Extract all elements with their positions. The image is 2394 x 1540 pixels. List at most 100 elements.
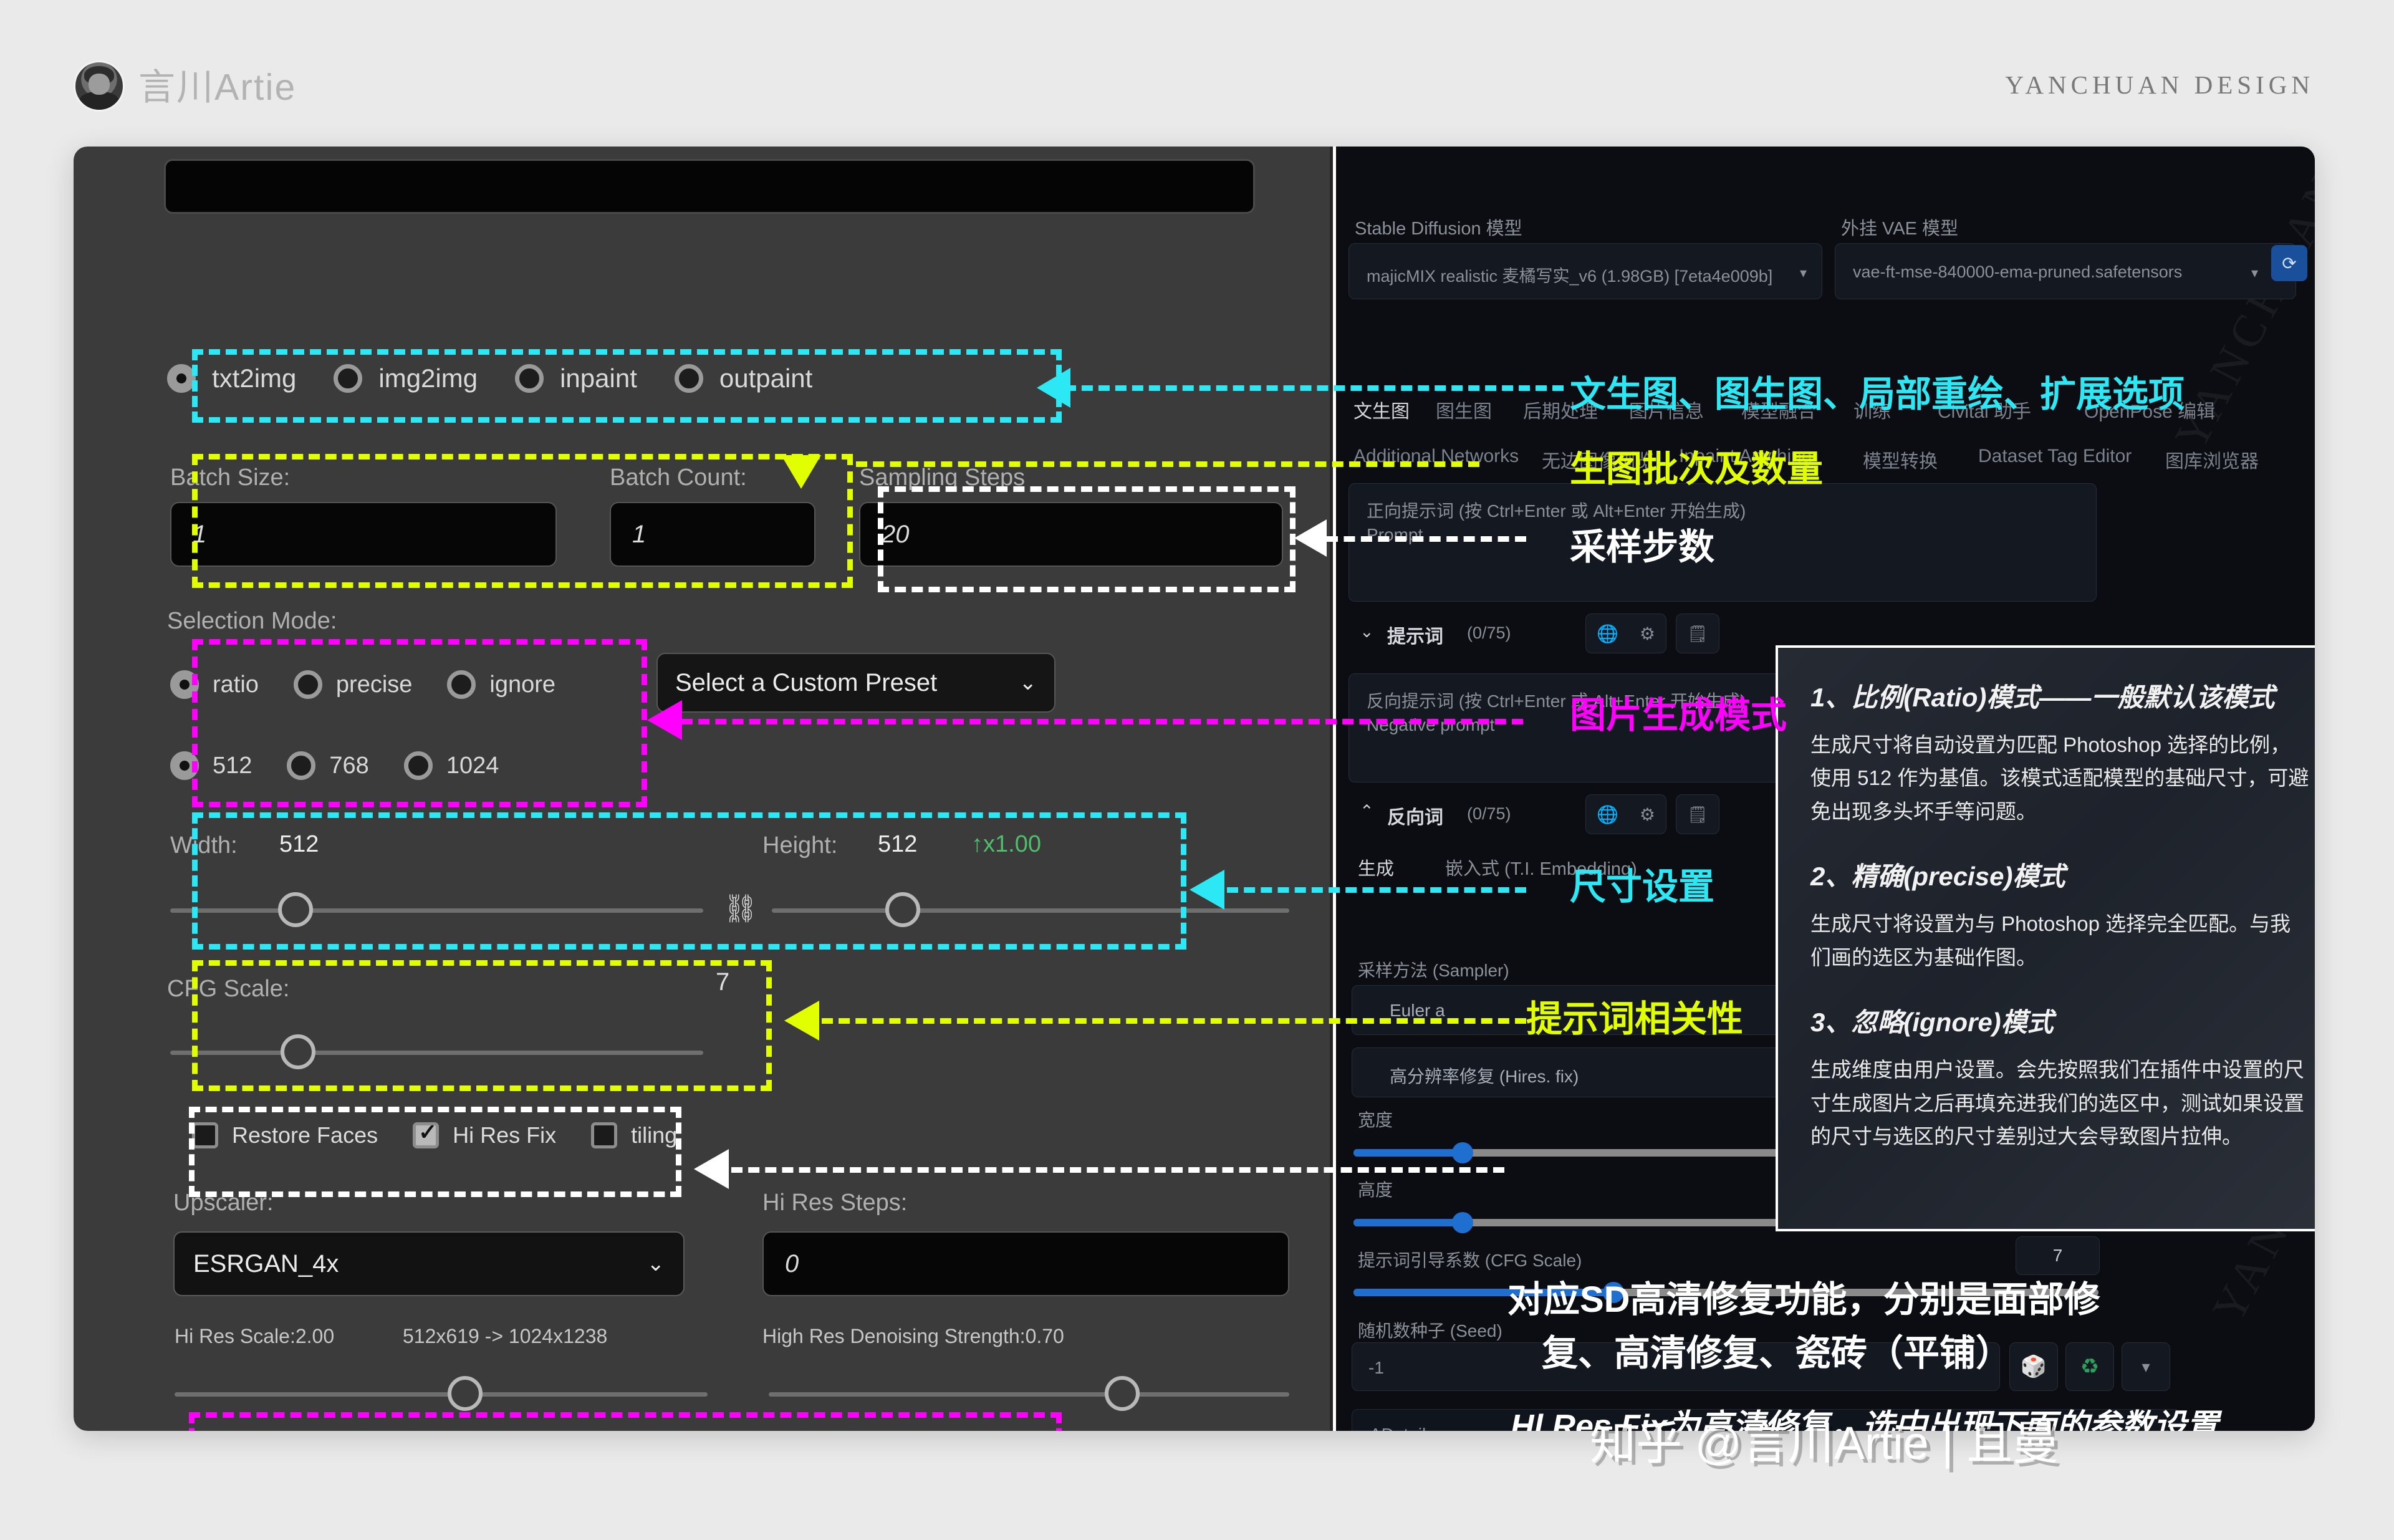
recycle-icon[interactable]: ♻ (2065, 1342, 2114, 1391)
sd-tab-infinite-browse[interactable]: 无边图像浏览 (1542, 446, 1654, 473)
radio-txt2img[interactable]: txt2img (167, 363, 296, 393)
radio-ignore[interactable]: ignore (447, 670, 555, 699)
dice-icon[interactable]: 🎲 (2009, 1342, 2058, 1391)
globe-icon[interactable]: 🌐 (1597, 804, 1618, 825)
height-slider-knob[interactable] (885, 892, 920, 927)
height-slider-track[interactable] (772, 908, 1289, 913)
history-icon[interactable]: 🗒 (1676, 794, 1719, 834)
radio-icon (404, 751, 433, 780)
radio-precise[interactable]: precise (294, 670, 413, 699)
width-label: Width: (170, 832, 238, 859)
hires-scale-slider-track[interactable] (175, 1392, 708, 1397)
sd-tab-txt2img[interactable]: 文生图 (1353, 396, 1410, 423)
selection-mode-explainer-tooltip: 1、比例(Ratio)模式——一般默认该模式 生成尺寸将自动设置为匹配 Phot… (1776, 645, 2315, 1231)
denoise-slider-knob[interactable] (1105, 1376, 1140, 1411)
radio-label: txt2img (212, 363, 296, 393)
checkbox-tiling[interactable]: tiling (591, 1122, 677, 1148)
sd-tab-openpose[interactable]: OpenPose 编辑 (2084, 396, 2215, 423)
sd-tab-inpaint-anything[interactable]: Inpaint Anything (1679, 446, 1812, 467)
sd-tab-dataset-tag[interactable]: Dataset Tag Editor (1978, 446, 2132, 467)
checkbox-restore-faces[interactable]: Restore Faces (192, 1122, 378, 1148)
sd-height-slider-knob[interactable] (1452, 1212, 1473, 1233)
radio-label: inpaint (560, 363, 637, 393)
width-slider-knob[interactable] (278, 892, 313, 927)
photoshop-sd-plugin-panel: txt2img img2img inpaint outpaint Batch S… (74, 147, 1333, 1431)
sd-tab-train[interactable]: 训练 (1853, 396, 1891, 423)
brand-right-logo: YANCHUAN DESIGN (2005, 70, 2314, 100)
radio-ratio[interactable]: ratio (170, 670, 259, 699)
ratio-multiplier: ↑x1.00 (971, 831, 1041, 858)
globe-icon[interactable]: 🌐 (1597, 623, 1618, 644)
upscaler-dropdown[interactable]: ESRGAN_4x ⌄ (173, 1231, 685, 1296)
sd-tab-postprocess[interactable]: 后期处理 (1523, 396, 1598, 423)
batch-count-input[interactable]: 1 (610, 502, 815, 567)
hires-denoise-text: High Res Denoising Strength:0.70 (762, 1325, 1064, 1348)
sampling-steps-input[interactable]: 20 (859, 502, 1283, 567)
history-icon[interactable]: 🗒 (1676, 614, 1719, 653)
radio-768[interactable]: 768 (287, 751, 368, 780)
width-value: 512 (279, 831, 319, 858)
radio-icon (294, 670, 322, 699)
generation-mode-radio-group: txt2img img2img inpaint outpaint (167, 363, 850, 393)
sd-prompt-textarea[interactable]: 正向提示词 (按 Ctrl+Enter 或 Alt+Enter 开始生成) Pr… (1348, 483, 2097, 602)
tooltip-body-3: 生成维度由用户设置。会先按照我们在插件中设置的尺寸生成图片之后再填充进我们的选区… (1810, 1053, 2311, 1153)
chevron-down-icon[interactable]: ▾ (2122, 1342, 2170, 1391)
custom-preset-dropdown[interactable]: Select a Custom Preset ⌄ (656, 653, 1055, 713)
radio-label: outpaint (719, 363, 812, 393)
batch-size-input[interactable]: 1 (170, 502, 557, 567)
sd-sampler-value: Euler a (1390, 1001, 1445, 1021)
sd-model-dropdown[interactable]: majicMIX realistic 麦橘写实_v6 (1.98GB) [7et… (1348, 243, 1822, 299)
custom-preset-label: Select a Custom Preset (675, 669, 937, 697)
batch-count-label: Batch Count: (610, 464, 747, 491)
checkbox-hi-res-fix[interactable]: Hi Res Fix (413, 1122, 556, 1148)
upscaler-label: Upscaler: (173, 1190, 274, 1216)
sd-cfg-input[interactable]: 7 (2016, 1236, 2100, 1275)
hires-steps-input[interactable]: 0 (762, 1231, 1289, 1296)
gear-icon[interactable]: ⚙ (1640, 804, 1655, 825)
width-slider-track[interactable] (170, 908, 703, 913)
checkbox-label: Restore Faces (232, 1122, 378, 1148)
radio-1024[interactable]: 1024 (404, 751, 499, 780)
hires-scale-text: Hi Res Scale:2.00 (175, 1325, 334, 1348)
radio-icon (675, 364, 703, 393)
sd-tab-img2img[interactable]: 图生图 (1436, 396, 1492, 423)
gear-icon[interactable]: ⚙ (1640, 623, 1655, 644)
sd-width-slider-knob[interactable] (1452, 1142, 1473, 1163)
sd-tab-generate[interactable]: 生成 (1358, 854, 1394, 880)
sd-tab-merge[interactable]: 模型融合 (1741, 396, 1816, 423)
denoise-slider-track[interactable] (769, 1392, 1289, 1397)
sd-negative-placeholder-cn: 反向提示词 (按 Ctrl+Enter 或 Alt+Enter 开始生成) (1367, 688, 1746, 713)
refresh-icon[interactable]: ⟳ (2271, 245, 2307, 281)
sd-seed-input[interactable]: -1 (1352, 1342, 2000, 1391)
sd-tab-civitai[interactable]: Civitai 助手 (1938, 396, 2031, 423)
sd-tab-gallery[interactable]: 图库浏览器 (2165, 446, 2259, 473)
sd-cfg-slider-knob[interactable] (1603, 1282, 1624, 1303)
sd-cfg-value: 7 (2053, 1246, 2063, 1266)
tooltip-heading-2: 2、精确(precise)模式 (1810, 855, 2311, 893)
sd-seed-value: -1 (1368, 1358, 1384, 1378)
radio-img2img[interactable]: img2img (334, 363, 478, 393)
link-chain-icon[interactable]: ⛓ (723, 892, 758, 925)
batch-size-label: Batch Size: (170, 464, 290, 491)
cfg-slider-track[interactable] (170, 1051, 703, 1055)
hires-scale-slider-knob[interactable] (448, 1376, 483, 1411)
chevron-circle-up-icon[interactable]: ⌃ (1360, 802, 1374, 821)
radio-inpaint[interactable]: inpaint (515, 363, 637, 393)
cfg-slider-knob[interactable] (281, 1034, 315, 1069)
radio-label: img2img (378, 363, 478, 393)
hires-dimensions-text: 512x619 -> 1024x1238 (403, 1325, 607, 1348)
avatar (74, 60, 125, 112)
chevron-circle-down-icon[interactable]: ⌄ (1360, 622, 1374, 642)
sd-tab-model-convert[interactable]: 模型转换 (1863, 446, 1938, 473)
sd-tab-imginfo[interactable]: 图片信息 (1629, 396, 1704, 423)
page-header: 言川Artie YANCHUAN DESIGN (0, 0, 2394, 147)
sampling-steps-label: Sampling Steps (859, 464, 1025, 491)
radio-outpaint[interactable]: outpaint (675, 363, 812, 393)
radio-512[interactable]: 512 (170, 751, 252, 780)
sd-tab-addnet[interactable]: Additional Networks (1353, 446, 1519, 467)
radio-icon (447, 670, 476, 699)
sd-tab-embedding[interactable]: 嵌入式 (T.I. Embedding) (1445, 854, 1637, 880)
plugin-prompt-textarea[interactable] (164, 159, 1255, 214)
sd-cfg-slider-fill (1353, 1289, 1615, 1296)
sd-vae-dropdown[interactable]: vae-ft-mse-840000-ema-pruned.safetensors… (1835, 243, 2296, 299)
